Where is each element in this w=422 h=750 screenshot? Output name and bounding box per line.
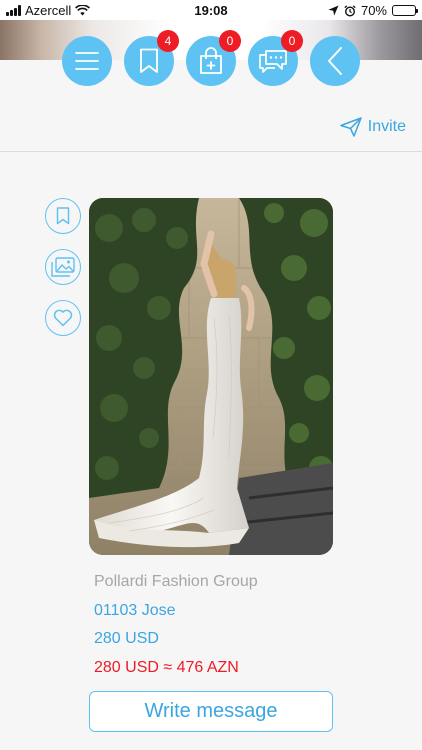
header-divider	[0, 151, 422, 152]
shopping-bag-plus-icon	[200, 47, 222, 74]
heart-icon	[53, 309, 73, 327]
favorite-action[interactable]	[45, 300, 81, 336]
write-message-label: Write message	[144, 700, 278, 722]
product-company: Pollardi Fashion Group	[94, 573, 258, 590]
product-converted-price: 280 USD ≈ 476 AZN	[94, 659, 239, 676]
messages-button[interactable]: 0	[248, 30, 303, 86]
bridal-gown-photo	[89, 198, 333, 555]
bookmarks-button[interactable]: 4	[124, 30, 179, 86]
alarm-icon	[344, 4, 356, 17]
bookmark-icon	[56, 207, 70, 225]
gallery-action[interactable]	[45, 249, 81, 285]
back-button[interactable]	[310, 36, 360, 86]
product-price: 280 USD	[94, 630, 159, 647]
battery-percent: 70%	[360, 3, 387, 18]
bookmarks-badge: 4	[157, 30, 179, 52]
status-right: 70%	[328, 3, 418, 18]
chat-bubbles-icon	[259, 50, 287, 73]
write-message-button[interactable]: Write message	[89, 691, 333, 732]
invite-label: Invite	[367, 118, 406, 135]
messages-badge: 0	[281, 30, 303, 52]
cart-button[interactable]: 0	[186, 30, 241, 86]
paper-plane-icon	[340, 117, 362, 137]
bookmark-action[interactable]	[45, 198, 81, 234]
menu-button[interactable]	[62, 36, 112, 86]
product-code: 01103 Jose	[94, 602, 176, 619]
location-arrow-icon	[328, 5, 339, 16]
cart-badge: 0	[219, 30, 241, 52]
menu-icon	[75, 52, 99, 70]
chevron-left-icon	[328, 47, 342, 75]
invite-button[interactable]: Invite	[340, 117, 406, 137]
battery-icon	[392, 5, 418, 16]
status-bar: Azercell 19:08 70%	[0, 0, 422, 20]
image-gallery-icon	[51, 257, 75, 277]
bookmark-icon	[140, 48, 158, 73]
product-image[interactable]	[89, 198, 333, 555]
